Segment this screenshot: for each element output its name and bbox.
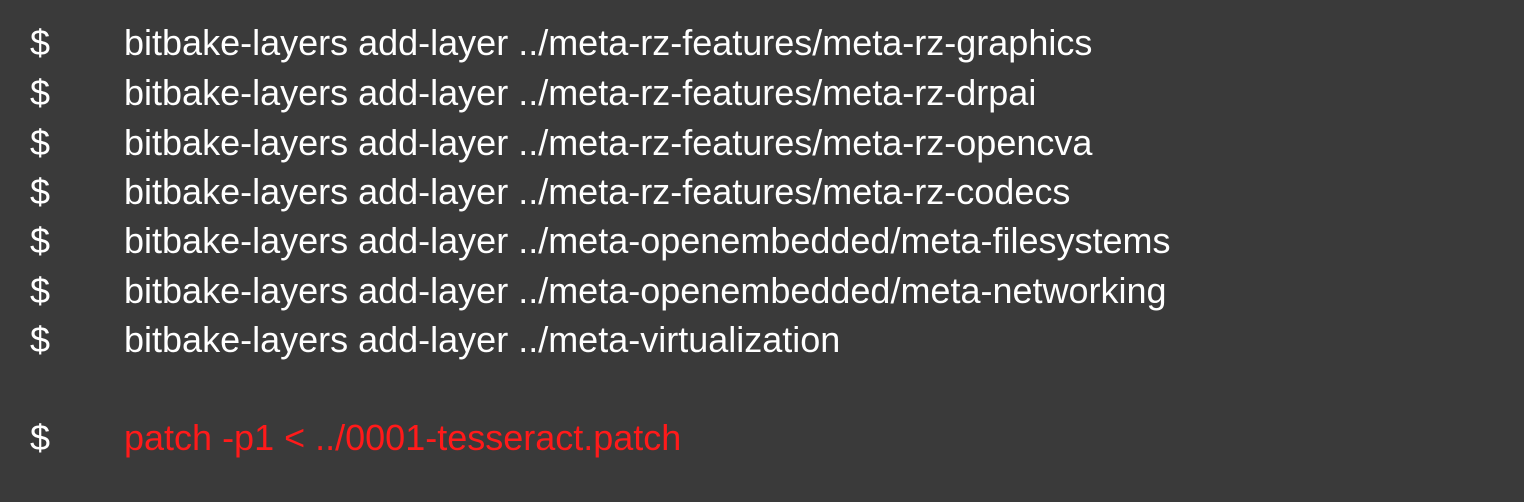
command-text: bitbake-layers add-layer ../meta-openemb… [124,220,1171,261]
command-line: $ bitbake-layers add-layer ../meta-opene… [0,216,1524,266]
prompt-symbol: $ [30,122,51,163]
command-line: $ bitbake-layers add-layer ../meta-rz-fe… [0,18,1524,68]
command-text: bitbake-layers add-layer ../meta-rz-feat… [124,122,1093,163]
terminal-window: $ bitbake-layers add-layer ../meta-rz-fe… [0,0,1524,502]
command-text: bitbake-layers add-layer ../meta-rz-feat… [124,171,1071,212]
highlighted-command-line: $ patch -p1 < ../0001-tesseract.patch [0,413,1524,463]
command-line: $ bitbake-layers add-layer ../meta-rz-fe… [0,118,1524,168]
patch-command-text: patch -p1 < ../0001-tesseract.patch [124,417,682,458]
prompt-symbol: $ [30,417,51,458]
command-text: bitbake-layers add-layer ../meta-openemb… [124,270,1167,311]
prompt-symbol: $ [30,270,51,311]
prompt-symbol: $ [30,72,51,113]
prompt-symbol: $ [30,171,51,212]
command-text: bitbake-layers add-layer ../meta-virtual… [124,319,841,360]
command-line: $ bitbake-layers add-layer ../meta-rz-fe… [0,68,1524,118]
command-text: bitbake-layers add-layer ../meta-rz-feat… [124,22,1093,63]
prompt-symbol: $ [30,319,51,360]
prompt-symbol: $ [30,22,51,63]
command-line: $ bitbake-layers add-layer ../meta-opene… [0,266,1524,316]
prompt-symbol: $ [30,220,51,261]
command-line: $ bitbake-layers add-layer ../meta-rz-fe… [0,167,1524,217]
command-line: $ bitbake-layers add-layer ../meta-virtu… [0,315,1524,365]
command-text: bitbake-layers add-layer ../meta-rz-feat… [124,72,1037,113]
